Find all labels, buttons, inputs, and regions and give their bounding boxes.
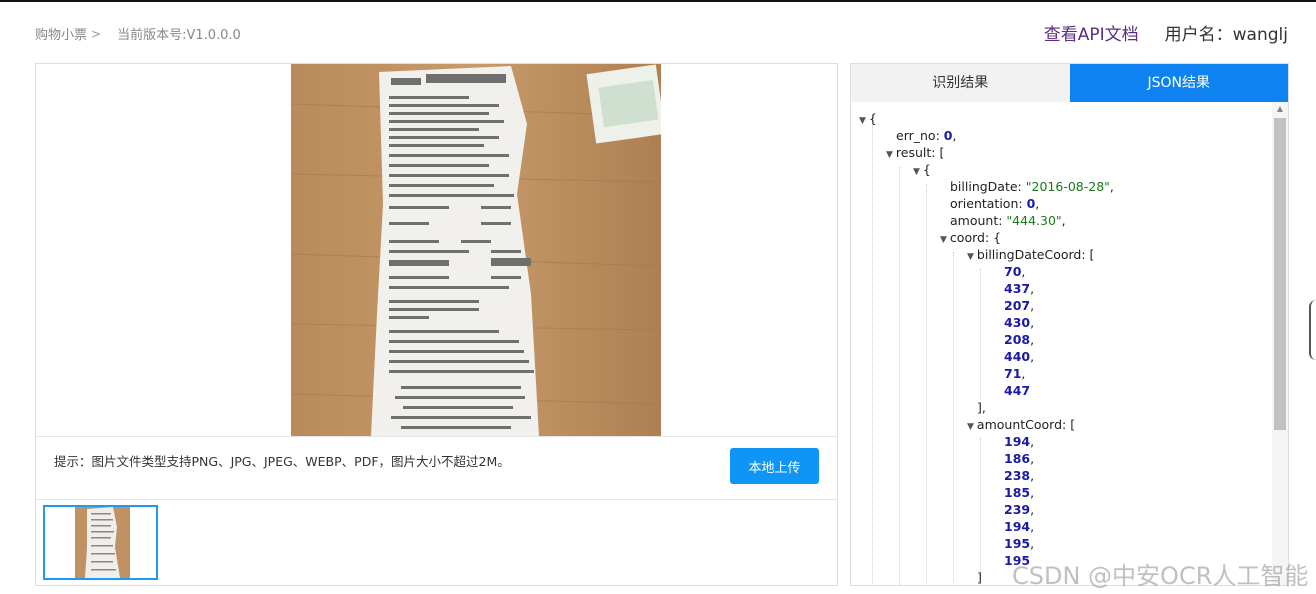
indent-guide [980, 269, 981, 399]
json-item-line: ▼{ [913, 162, 931, 177]
json-array-value: 440, [1004, 349, 1035, 364]
json-amount-line: amount: "444.30", [950, 213, 1066, 228]
header-right: 查看API文档 用户名：wanglj [1044, 20, 1288, 45]
indent-guide [899, 167, 900, 585]
breadcrumb-item-receipt[interactable]: 购物小票 [35, 24, 87, 43]
json-array-value: 239, [1004, 502, 1035, 517]
json-array-value: 238, [1004, 468, 1035, 483]
json-array-value: 207, [1004, 298, 1035, 313]
json-array-value: 430, [1004, 315, 1035, 330]
json-array-value: 437, [1004, 281, 1035, 296]
indent-guide [926, 184, 927, 584]
image-preview [36, 64, 837, 436]
result-panel: 识别结果 JSON结果 ▼{ err_no: 0, ▼ result: [ ▼{ … [850, 63, 1289, 586]
json-array-value: 208, [1004, 332, 1035, 347]
watermark: CSDN @中安OCR人工智能 [1012, 562, 1309, 590]
collapse-triangle-icon[interactable]: ▼ [967, 422, 974, 432]
json-array-value: 447 [1004, 383, 1031, 398]
upload-bar: 提示：图片文件类型支持PNG、JPG、JPEG、WEBP、PDF，图片大小不超过… [36, 436, 837, 500]
chevron-right-icon: > [91, 26, 102, 41]
json-array-close: ] [977, 570, 982, 585]
collapse-triangle-icon[interactable]: ▼ [913, 167, 920, 177]
version-label: 当前版本号:V1.0.0.0 [117, 28, 241, 43]
result-tabs: 识别结果 JSON结果 [851, 64, 1288, 102]
json-array-value: 195, [1004, 536, 1035, 551]
collapse-triangle-icon[interactable]: ▼ [886, 150, 893, 160]
breadcrumb: 购物小票 > 当前版本号:V1.0.0.0 [35, 24, 241, 44]
json-billing-date-coord-line: ▼ billingDateCoord: [ [967, 247, 1095, 262]
collapse-triangle-icon[interactable]: ▼ [967, 252, 974, 262]
json-viewer: ▼{ err_no: 0, ▼ result: [ ▼{ billingDate:… [851, 102, 1272, 585]
json-array-value: 194, [1004, 434, 1035, 449]
local-upload-button[interactable]: 本地上传 [730, 448, 819, 484]
scrollbar-thumb[interactable] [1274, 118, 1286, 430]
image-panel: 提示：图片文件类型支持PNG、JPG、JPEG、WEBP、PDF，图片大小不超过… [35, 63, 838, 586]
api-docs-link[interactable]: 查看API文档 [1044, 20, 1139, 45]
json-orientation-line: orientation: 0, [950, 196, 1040, 211]
json-array-value: 70, [1004, 264, 1026, 279]
thumbnail-strip [36, 501, 837, 585]
tab-recognition-result[interactable]: 识别结果 [851, 64, 1070, 102]
json-scrollbar[interactable]: ▲ [1272, 102, 1288, 585]
indent-guide [872, 116, 873, 585]
upload-hint: 提示：图片文件类型支持PNG、JPG、JPEG、WEBP、PDF，图片大小不超过… [54, 454, 510, 469]
thumbnail-receipt[interactable] [43, 505, 158, 580]
json-err-no-line: err_no: 0, [896, 128, 957, 143]
json-array-value: 194, [1004, 519, 1035, 534]
scroll-up-arrow-icon[interactable]: ▲ [1272, 104, 1288, 116]
top-border [0, 0, 1316, 2]
receipt-photo-graphic [291, 64, 661, 436]
thumbnail-graphic [45, 507, 156, 578]
collapse-triangle-icon[interactable]: ▼ [859, 116, 866, 126]
json-array-value: 185, [1004, 485, 1035, 500]
tab-json-result[interactable]: JSON结果 [1069, 64, 1288, 102]
json-billing-date-line: billingDate: "2016-08-28", [950, 179, 1114, 194]
json-array-value: 186, [1004, 451, 1035, 466]
collapse-triangle-icon[interactable]: ▼ [940, 235, 947, 245]
edge-handle[interactable] [1309, 300, 1316, 360]
json-array-close: ], [977, 400, 986, 415]
indent-guide [980, 438, 981, 578]
receipt-photo [291, 64, 661, 436]
indent-guide [953, 252, 954, 582]
json-array-value: 71, [1004, 366, 1026, 381]
username-label: 用户名：wanglj [1164, 25, 1288, 45]
json-root-line: ▼{ [859, 111, 877, 126]
